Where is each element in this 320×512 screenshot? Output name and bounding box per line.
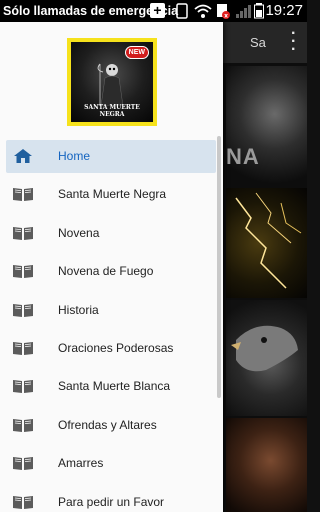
drawer-item-novena-de-fuego[interactable]: Novena de Fuego: [0, 252, 223, 290]
drawer-item-oraciones-poderosas[interactable]: Oraciones Poderosas: [0, 329, 223, 367]
battery-icon: [254, 3, 264, 22]
main-content: Sa · · · NA: [223, 22, 307, 512]
content-tile[interactable]: [226, 188, 307, 298]
book-icon: [13, 188, 33, 202]
drawer-item-label: Santa Muerte Blanca: [58, 379, 171, 394]
active-highlight: [6, 140, 216, 173]
svg-text:x: x: [224, 13, 228, 20]
toolbar-title: Sa: [250, 35, 266, 50]
app-logo: NEW SANTA MUERTE NEGRA: [67, 38, 157, 126]
book-icon: [13, 226, 33, 240]
drawer-item-home[interactable]: Home: [0, 137, 223, 175]
drawer-item-label: Santa Muerte Negra: [58, 187, 167, 202]
drawer-item-amarres[interactable]: Amarres: [0, 444, 223, 482]
book-icon: [13, 265, 33, 279]
overflow-menu-icon[interactable]: · · ·: [291, 26, 296, 58]
sim-error-icon: x: [216, 3, 230, 22]
logo-image: NEW SANTA MUERTE NEGRA: [71, 42, 153, 122]
drawer-item-santa-muerte-blanca[interactable]: Santa Muerte Blanca: [0, 367, 223, 405]
drawer-header: NEW SANTA MUERTE NEGRA: [0, 22, 223, 137]
lightning-image: [235, 192, 302, 289]
book-icon: [13, 303, 33, 317]
drawer-item-ofrendas-y-altares[interactable]: Ofrendas y Altares: [0, 406, 223, 444]
drawer-item-label: Home: [58, 149, 91, 163]
drawer-item-santa-muerte-negra[interactable]: Santa Muerte Negra: [0, 175, 223, 213]
drawer-item-label: Amarres: [58, 456, 104, 471]
eagle-image: [231, 325, 298, 372]
signal-icon: [235, 3, 251, 22]
clock-time: 19:27: [265, 2, 303, 19]
content-tile[interactable]: [226, 300, 307, 416]
drawer-menu: Home Santa Muerte Negra Novena Novena de…: [0, 137, 223, 512]
drawer-item-label: Ofrendas y Altares: [58, 417, 157, 432]
drawer-item-para-pedir-un-favor[interactable]: Para pedir un Favor: [0, 483, 223, 512]
home-icon: [14, 149, 32, 163]
phone-icon: [176, 3, 188, 22]
drawer-item-historia[interactable]: Historia: [0, 291, 223, 329]
book-icon: [13, 418, 33, 432]
drawer-item-label: Historia: [58, 302, 99, 317]
content-tile[interactable]: NA: [226, 66, 307, 186]
book-icon: [13, 380, 33, 394]
book-icon: [13, 457, 33, 471]
drawer-item-label: Oraciones Poderosas: [58, 340, 174, 355]
santa-muerte-figure-icon: [97, 63, 124, 106]
book-icon: [13, 495, 33, 509]
new-badge: NEW: [124, 46, 149, 59]
drawer-item-novena[interactable]: Novena: [0, 214, 223, 252]
drawer-item-label: Novena de Fuego: [58, 264, 154, 279]
drawer-item-label: Novena: [58, 225, 100, 240]
plus-icon: +: [150, 3, 165, 18]
app-toolbar: Sa · · ·: [223, 22, 307, 63]
status-bar: Sólo llamadas de emergencia + x 19:27: [0, 0, 307, 22]
navigation-drawer: NEW SANTA MUERTE NEGRA Home Santa Muerte…: [0, 22, 223, 512]
tile-text: NA: [226, 144, 260, 169]
drawer-scrollbar[interactable]: [217, 136, 221, 398]
logo-caption: SANTA MUERTE NEGRA: [84, 104, 140, 118]
wifi-icon: [194, 3, 212, 22]
content-tile[interactable]: [226, 418, 307, 512]
book-icon: [13, 341, 33, 355]
drawer-item-label: Para pedir un Favor: [58, 494, 165, 509]
